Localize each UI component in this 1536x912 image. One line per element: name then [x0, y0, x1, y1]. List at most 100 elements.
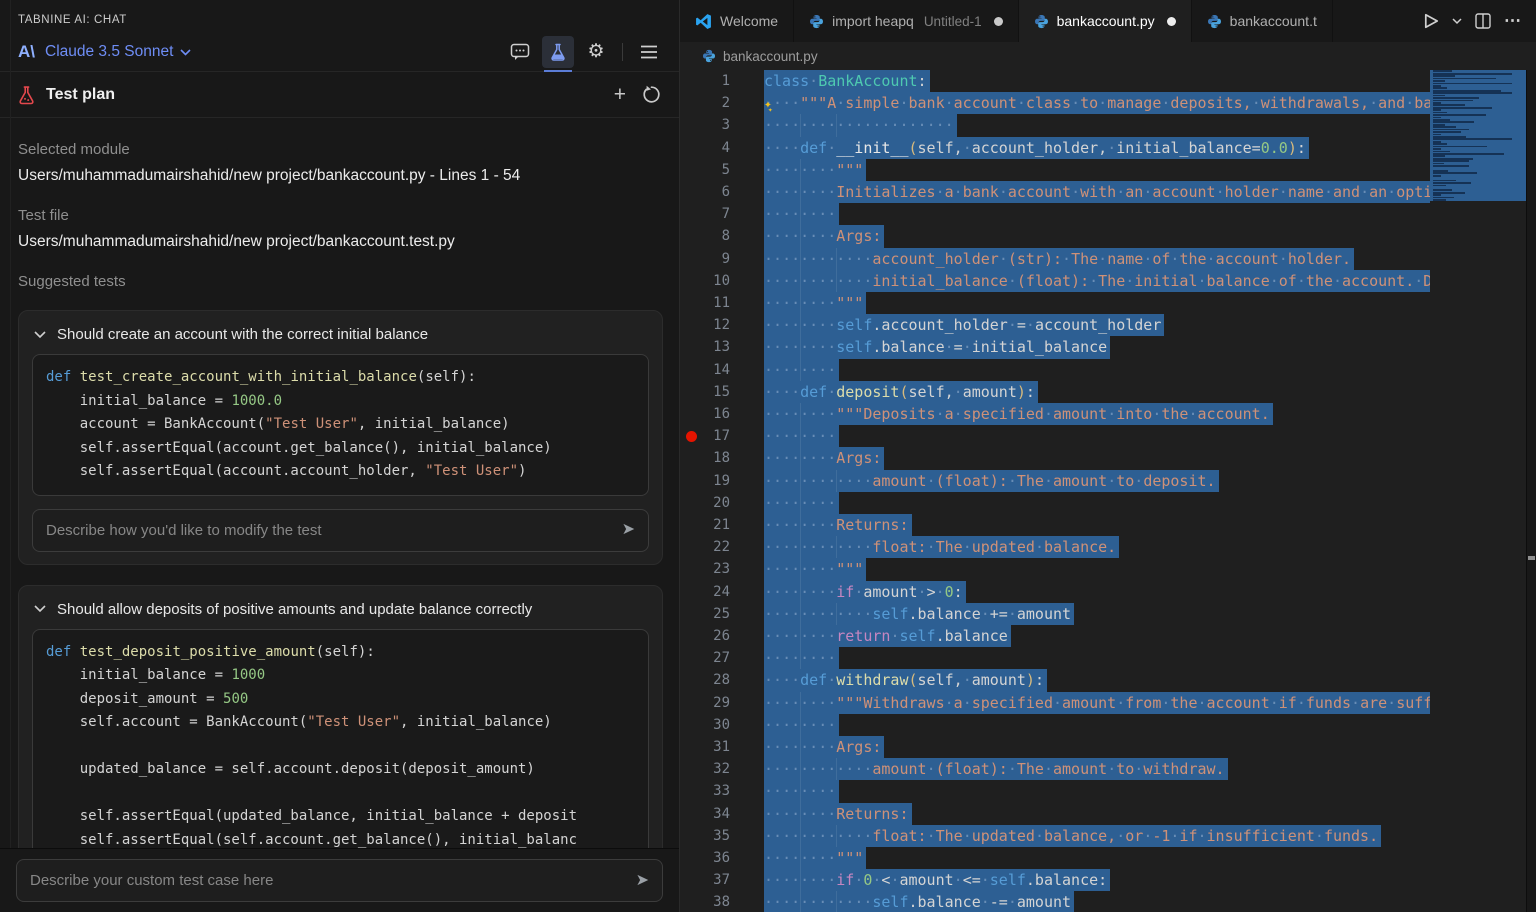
minimap-line [1433, 174, 1442, 177]
code-line: 3 ····················· [680, 114, 1430, 137]
code-line: 14 ········ [680, 358, 1430, 381]
indent-guide [836, 114, 837, 137]
selected-code-text: ········Args: [764, 447, 885, 470]
code-line: 23 ········""" [680, 558, 1430, 581]
minimap-line [1433, 145, 1487, 148]
minimap-line [1433, 155, 1445, 158]
minimap-line [1433, 89, 1502, 92]
minimap-selection [1430, 70, 1526, 202]
indent-guide [836, 758, 837, 781]
line-number: 6 [721, 184, 730, 200]
indent-guide [800, 269, 801, 292]
test-file-value: Users/muhammadumairshahid/new project/ba… [18, 233, 455, 250]
run-file-button[interactable] [1424, 13, 1439, 29]
minimap-line [1433, 109, 1442, 111]
tab-welcome[interactable]: Welcome [680, 0, 795, 42]
code-line: 6 ········Initializes·a·bank·account·with… [680, 181, 1430, 204]
tab-bankaccount-py[interactable]: bankaccount.py [1018, 0, 1192, 42]
indent-guide [800, 580, 801, 603]
test-card: Should allow deposits of positive amount… [18, 584, 663, 848]
minimap-line [1433, 189, 1452, 192]
line-number: 34 [713, 805, 730, 822]
selected-code-text: ············amount·(float):·The·amount·t… [764, 469, 1219, 492]
selected-code-text: ············self.balance·+=·amount [764, 602, 1075, 625]
minimap-line [1433, 77, 1496, 80]
split-editor-icon[interactable] [1475, 13, 1491, 29]
test-code-block: def test_deposit_positive_amount(self): … [32, 628, 649, 848]
suggested-tests-label: Suggested tests [18, 273, 126, 290]
selected-code-text: ········"""Withdraws·a·specified·amount·… [764, 691, 1430, 714]
code-line: 28 ····def·withdraw(self,·amount): [680, 669, 1430, 692]
code-line: updated_balance = self.account.deposit(d… [46, 761, 535, 777]
line-number: 27 [713, 650, 730, 667]
run-dropdown-chevron-icon[interactable] [1452, 17, 1462, 25]
model-row: A\ Claude 3.5 Sonnet ⚙ [0, 32, 679, 72]
minimap[interactable] [1430, 70, 1526, 912]
gear-icon[interactable]: ⚙ [580, 36, 612, 68]
selected-code-text: ····"""A·simple·bank·account·class·to·ma… [764, 92, 1430, 115]
line-number: 19 [713, 472, 730, 489]
add-test-button[interactable]: + [614, 84, 626, 105]
chat-icon[interactable] [504, 36, 536, 68]
test-plan-title: Test plan [46, 85, 116, 103]
code-line: 1 class·BankAccount: [680, 70, 1430, 93]
line-number: 31 [713, 739, 730, 755]
minimap-line [1433, 179, 1457, 182]
selected-code-text: ········Args: [764, 225, 885, 248]
menu-icon[interactable] [633, 36, 665, 68]
indent-guide [800, 514, 801, 537]
code-line: 11 ········""" [680, 292, 1430, 315]
line-number: 8 [721, 228, 730, 245]
test-plan-body: Selected module Users/muhammadumairshahi… [0, 121, 679, 848]
tab-bankaccount-t[interactable]: bankaccount.t [1191, 0, 1333, 42]
indent-guide [800, 758, 801, 781]
refresh-button[interactable] [642, 85, 661, 104]
line-number: 18 [713, 450, 730, 467]
indent-guide [800, 181, 801, 204]
minimap-line [1433, 165, 1469, 167]
selected-code-text: ····def·deposit(self,·amount): [764, 380, 1038, 403]
code-line: 20 ········ [680, 491, 1430, 514]
code-line: 29 ········"""Withdraws·a·specified·amoun… [680, 691, 1430, 714]
line-number: 20 [713, 494, 730, 511]
code-line: 10 ············initial_balance·(float):·T… [680, 269, 1430, 292]
selected-code-text: ········""" [764, 292, 867, 315]
code-line: self.account = BankAccount("Test User", … [46, 714, 552, 730]
line-number: 37 [713, 872, 730, 889]
selected-code-text: ········ [764, 780, 840, 803]
breakpoint-dot[interactable] [686, 430, 697, 442]
line-number: 10 [713, 272, 730, 289]
code-line: 13 ········self.balance·=·initial_balance [680, 336, 1430, 359]
ai-sparkle-icon[interactable]: ✦✦ [764, 92, 777, 117]
modify-test-input[interactable] [46, 521, 612, 539]
custom-test-input[interactable] [30, 872, 626, 889]
minimap-line [1433, 182, 1471, 184]
test-card-header[interactable]: Should create an account with the correc… [32, 323, 649, 354]
selected-code-text: ········""" [764, 158, 867, 181]
minimap-line [1433, 148, 1442, 150]
send-icon[interactable]: ➤ [636, 872, 649, 889]
more-actions-icon[interactable]: ⋯ [1504, 11, 1522, 31]
code-area[interactable]: 1 class·BankAccount: 2 ····"""A·simple·bank… [680, 70, 1536, 912]
selected-code-text: ············float:·The·updated·balance. [764, 536, 1120, 559]
code-line: def test_deposit_positive_amount(self): [46, 643, 375, 660]
line-number: 3 [721, 117, 730, 134]
code-line: 9 ············account_holder·(str):·The·n… [680, 247, 1430, 270]
model-selector[interactable]: Claude 3.5 Sonnet [45, 43, 191, 61]
send-icon[interactable]: ➤ [622, 522, 635, 538]
indent-guide [800, 736, 801, 759]
dirty-indicator[interactable] [993, 16, 1003, 26]
minimap-line [1433, 111, 1447, 114]
test-card-header[interactable]: Should allow deposits of positive amount… [32, 598, 649, 629]
minimap-line [1433, 196, 1454, 199]
selected-code-text: ········Returns: [764, 514, 912, 537]
selected-code-text: ········self.account_holder·=·account_ho… [764, 314, 1165, 337]
indent-guide [836, 247, 837, 270]
code-line: 19 ············amount·(float):·The·amount… [680, 469, 1430, 492]
dirty-indicator[interactable] [1166, 16, 1176, 26]
breadcrumb[interactable]: bankaccount.py [680, 42, 1536, 70]
tab-import-heapq[interactable]: import heapq Untitled-1 [794, 0, 1019, 42]
indent-guide [800, 292, 801, 315]
indent-guide [836, 536, 837, 559]
test-plan-tab-icon[interactable] [542, 35, 574, 72]
